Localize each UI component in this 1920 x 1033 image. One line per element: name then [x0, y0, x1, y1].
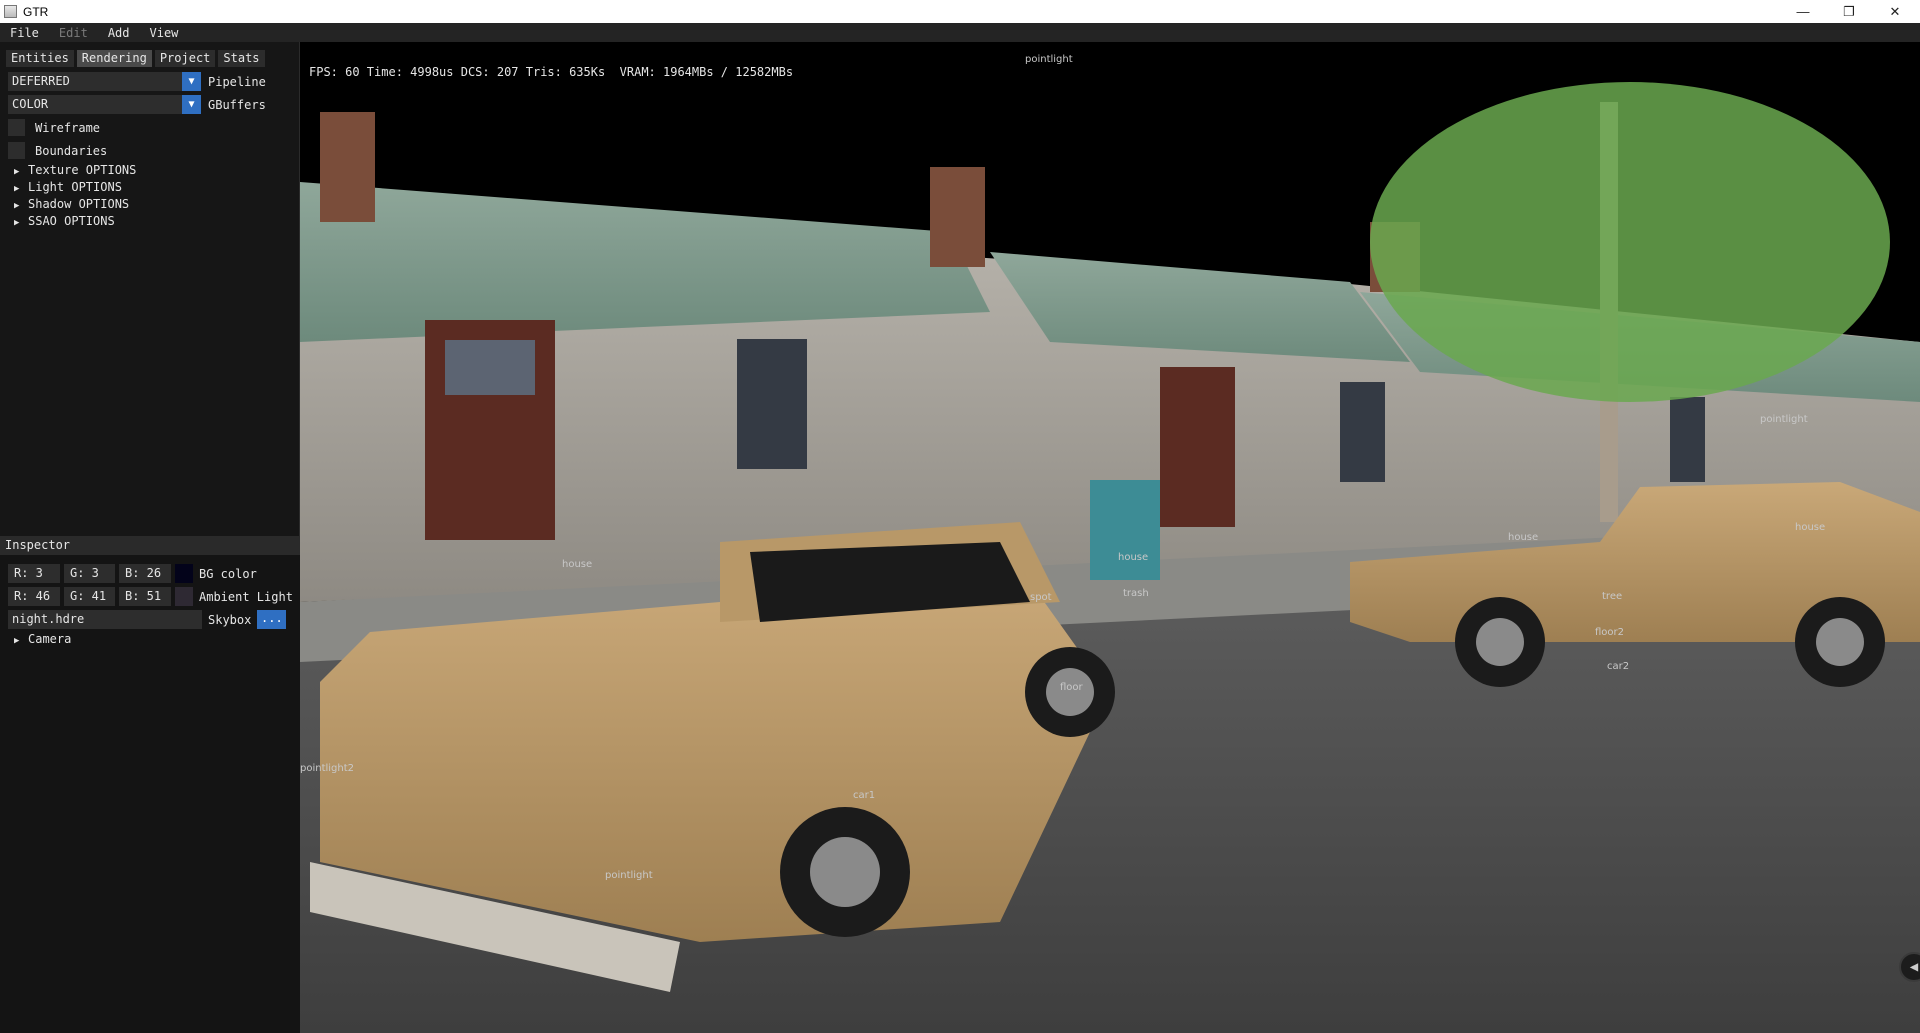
- scene-label-pointlight: pointlight: [605, 870, 653, 881]
- expand-arrow-icon: ▶: [14, 636, 20, 646]
- scene-label-house: house: [1118, 552, 1149, 563]
- inspector-panel: Inspector R: 3 G: 3 B: 26 BG color R: 46…: [0, 536, 300, 1033]
- wireframe-checkbox[interactable]: [8, 119, 25, 136]
- scene-label-house: house: [1795, 522, 1826, 533]
- pipeline-label: Pipeline: [208, 74, 266, 89]
- gbuffers-label: GBuffers: [208, 97, 266, 112]
- close-button[interactable]: ✕: [1872, 0, 1918, 23]
- panel-tabs: Entities Rendering Project Stats: [6, 50, 265, 67]
- bg-color-b-field[interactable]: B: 26: [119, 564, 171, 583]
- scene-viewport[interactable]: FPS: 60 Time: 4998us DCS: 207 Tris: 635K…: [300, 42, 1920, 1033]
- bg-color-label: BG color: [199, 566, 257, 581]
- scene-label-house: house: [1508, 532, 1539, 543]
- scene-label-car1: car1: [853, 790, 876, 801]
- ambient-r-field[interactable]: R: 46: [8, 587, 60, 606]
- scene-label-trash: trash: [1123, 588, 1149, 599]
- tab-project[interactable]: Project: [154, 50, 216, 67]
- window-title: GTR: [23, 4, 49, 19]
- ssao-options-label: SSAO OPTIONS: [28, 214, 115, 228]
- boundaries-row: Boundaries: [8, 141, 107, 160]
- skybox-label: Skybox: [208, 612, 252, 627]
- ambient-light-label: Ambient Light: [199, 589, 293, 604]
- menu-bar: File Edit Add View: [0, 23, 1920, 42]
- pipeline-dropdown[interactable]: DEFERRED ▼: [8, 72, 201, 91]
- pipeline-value: DEFERRED: [12, 74, 70, 88]
- shadow-options-label: Shadow OPTIONS: [28, 197, 130, 211]
- expand-arrow-icon: ▶: [14, 184, 20, 194]
- tab-entities[interactable]: Entities: [6, 50, 74, 67]
- dropdown-arrow-icon[interactable]: ▼: [182, 72, 201, 91]
- scene-label-pointlight2: pointlight2: [300, 763, 355, 774]
- boundaries-label: Boundaries: [35, 143, 108, 158]
- skybox-row: night.hdre Skybox ...: [8, 610, 287, 629]
- ambient-light-row: R: 46 G: 41 B: 51 Ambient Light: [8, 587, 293, 606]
- bg-color-r-field[interactable]: R: 3: [8, 564, 60, 583]
- expand-arrow-icon: ▶: [14, 201, 20, 211]
- scene-label-pointlight: pointlight: [1025, 54, 1073, 65]
- rendering-panel: Entities Rendering Project Stats DEFERRE…: [0, 42, 300, 536]
- minimize-button[interactable]: —: [1780, 0, 1826, 23]
- scene-render: [300, 42, 1920, 1033]
- ssao-options-node[interactable]: ▶ SSAO OPTIONS: [14, 214, 115, 229]
- pipeline-row: DEFERRED ▼ Pipeline: [8, 72, 266, 91]
- menu-edit[interactable]: Edit: [49, 26, 98, 40]
- scene-label-floor: floor: [1060, 682, 1083, 693]
- ambient-light-swatch[interactable]: [175, 587, 193, 606]
- skybox-browse-button[interactable]: ...: [257, 610, 287, 629]
- app-icon: [4, 5, 17, 18]
- gbuffers-value: COLOR: [12, 97, 49, 111]
- bg-color-row: R: 3 G: 3 B: 26 BG color: [8, 564, 257, 583]
- wireframe-label: Wireframe: [35, 120, 101, 135]
- gbuffers-dropdown[interactable]: COLOR ▼: [8, 95, 201, 114]
- menu-file[interactable]: File: [0, 26, 49, 40]
- ambient-b-field[interactable]: B: 51: [119, 587, 171, 606]
- scene-label-pointlight: pointlight: [1760, 414, 1808, 425]
- skybox-input[interactable]: night.hdre: [8, 610, 202, 629]
- expand-arrow-icon: ▶: [14, 218, 20, 228]
- inspector-title: Inspector: [0, 536, 300, 555]
- tab-stats[interactable]: Stats: [218, 50, 265, 67]
- performance-stats: FPS: 60 Time: 4998us DCS: 207 Tris: 635K…: [309, 65, 794, 79]
- menu-add[interactable]: Add: [98, 26, 140, 40]
- wireframe-row: Wireframe: [8, 118, 100, 137]
- left-panel: Entities Rendering Project Stats DEFERRE…: [0, 42, 300, 1033]
- bg-color-g-field[interactable]: G: 3: [64, 564, 115, 583]
- light-options-node[interactable]: ▶ Light OPTIONS: [14, 180, 122, 195]
- camera-node[interactable]: ▶ Camera: [14, 632, 71, 647]
- maximize-button[interactable]: ❐: [1826, 0, 1872, 23]
- scene-label-house: house: [562, 559, 593, 570]
- title-bar: GTR — ❐ ✕: [0, 0, 1920, 23]
- texture-options-node[interactable]: ▶ Texture OPTIONS: [14, 163, 136, 178]
- scene-label-tree: tree: [1602, 591, 1623, 602]
- dropdown-arrow-icon[interactable]: ▼: [182, 95, 201, 114]
- boundaries-checkbox[interactable]: [8, 142, 25, 159]
- texture-options-label: Texture OPTIONS: [28, 163, 137, 177]
- scene-label-car2: car2: [1607, 661, 1630, 672]
- bg-color-swatch[interactable]: [175, 564, 193, 583]
- camera-label: Camera: [28, 632, 72, 646]
- expand-arrow-icon: ▶: [14, 167, 20, 177]
- light-options-label: Light OPTIONS: [28, 180, 122, 194]
- ambient-g-field[interactable]: G: 41: [64, 587, 115, 606]
- tab-rendering[interactable]: Rendering: [76, 50, 152, 67]
- scene-label-floor2: floor2: [1595, 627, 1625, 638]
- shadow-options-node[interactable]: ▶ Shadow OPTIONS: [14, 197, 129, 212]
- menu-view[interactable]: View: [140, 26, 189, 40]
- scene-label-spot: spot: [1030, 592, 1052, 603]
- gbuffers-row: COLOR ▼ GBuffers: [8, 95, 266, 114]
